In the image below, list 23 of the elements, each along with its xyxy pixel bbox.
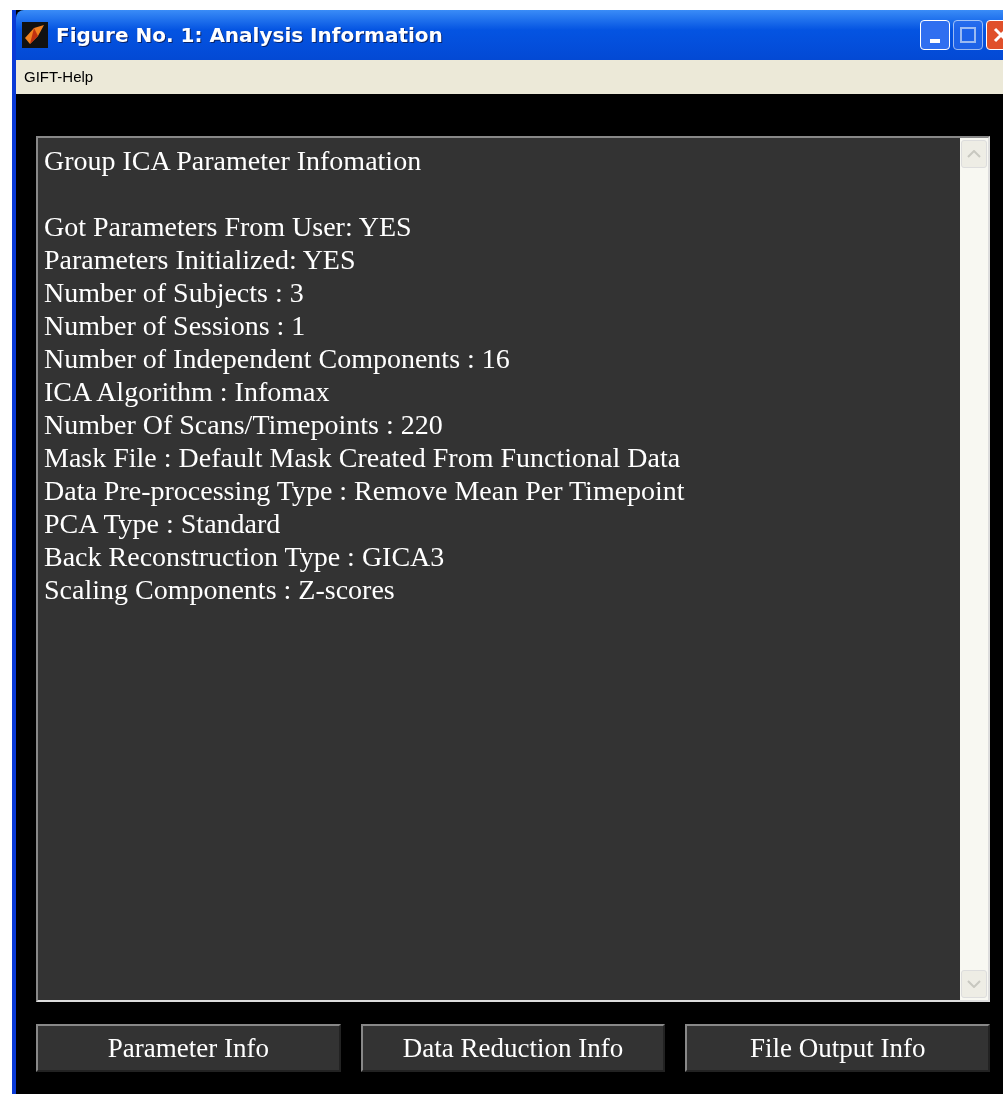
minimize-button[interactable]	[920, 20, 950, 50]
info-line: Scaling Components : Z-scores	[44, 573, 396, 606]
info-line: Parameters Initialized: YES	[44, 243, 357, 276]
info-button[interactable]: Parameter Info	[36, 1024, 341, 1072]
info-button[interactable]: File Output Info	[685, 1024, 990, 1072]
info-line: ICA Algorithm : Infomax	[44, 375, 331, 408]
minimize-icon	[930, 39, 940, 43]
maximize-icon	[960, 27, 976, 43]
info-line: Number of Sessions : 1	[44, 309, 307, 342]
info-button[interactable]: Data Reduction Info	[360, 1024, 666, 1072]
maximize-button[interactable]	[953, 20, 983, 50]
window-title: Figure No. 1: Analysis Information	[56, 22, 443, 49]
info-line: Back Reconstruction Type : GICA3	[44, 540, 446, 573]
info-line: Data Pre-processing Type : Remove Mean Per Timepoint	[44, 474, 686, 507]
menu-item[interactable]: GIFT-Help	[24, 65, 94, 89]
info-line: Number Of Scans/Timepoints : 220	[44, 408, 444, 441]
app-logo-icon	[22, 22, 48, 48]
info-line: PCA Type : Standard	[44, 507, 282, 540]
info-heading: Group ICA Parameter Infomation	[44, 144, 423, 177]
info-line: Number of Independent Components : 16	[44, 342, 511, 375]
info-line: Got Parameters From User: YES	[44, 210, 413, 243]
info-line: Number of Subjects : 3	[44, 276, 305, 309]
info-line: Mask File : Default Mask Created From Functional Data	[44, 441, 682, 474]
